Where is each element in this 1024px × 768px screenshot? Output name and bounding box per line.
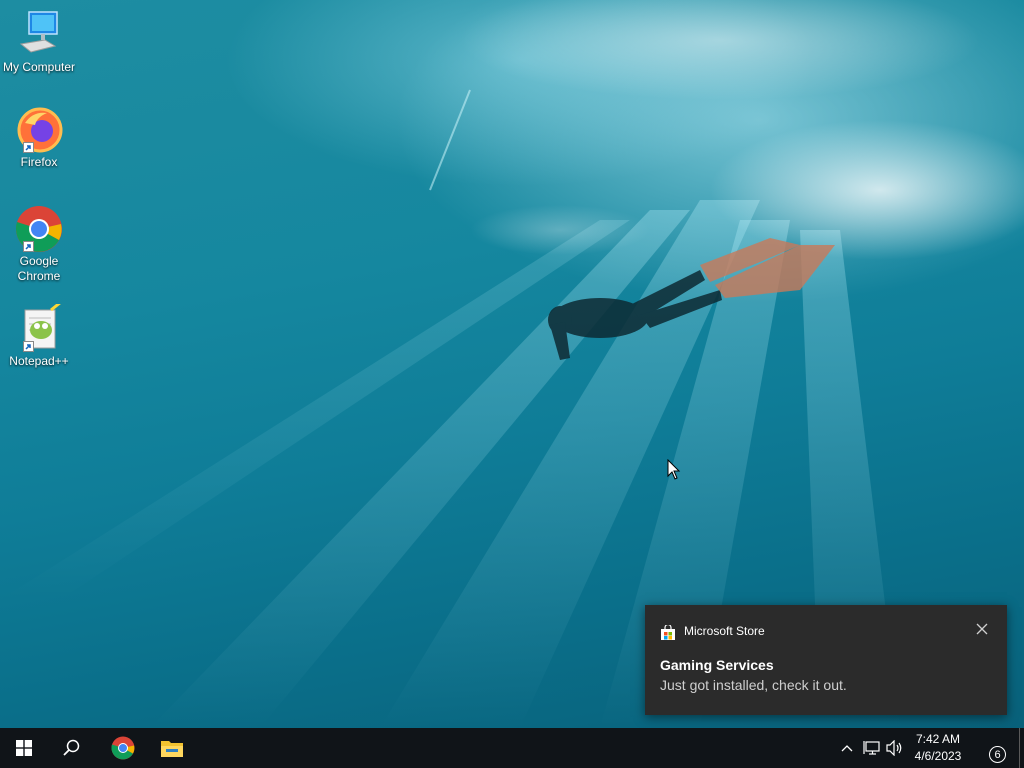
network-icon [863,741,880,755]
show-desktop-button[interactable] [1019,728,1020,768]
taskbar: 7:42 AM 4/6/2023 [0,728,1024,768]
volume-icon [886,740,902,756]
firefox-icon [15,105,63,153]
search-icon [63,739,80,756]
desktop-icon-label: My Computer [2,60,76,74]
show-hidden-icons-button[interactable] [838,728,856,768]
clock-time: 7:42 AM [915,732,961,746]
desktop-icon-chrome[interactable]: Google Chrome [2,204,76,284]
toast-app-name: Microsoft Store [684,624,765,638]
volume-tray-button[interactable] [884,728,906,768]
diver-figure [548,270,722,360]
store-bag-icon [661,625,675,640]
chrome-icon [111,736,135,760]
chrome-icon [15,204,63,252]
clock-button[interactable]: 7:42 AM 4/6/2023 [905,731,971,765]
file-explorer-icon [161,741,183,757]
diver-fins [700,238,835,298]
search-button[interactable] [48,728,96,768]
notification-toast[interactable]: Microsoft Store Gaming Services Just got… [645,605,1007,715]
notepadpp-icon [15,300,63,352]
notification-count: 6 [994,749,1001,761]
toast-body: Just got installed, check it out. [660,677,847,693]
desktop-icon-firefox[interactable]: Firefox [2,105,76,170]
shortcut-arrow-icon [23,241,34,252]
taskbar-chrome-button[interactable] [99,728,147,768]
desktop-icon-label: Google Chrome [17,254,61,283]
taskbar-file-explorer-button[interactable] [148,728,196,768]
shortcut-arrow-icon [23,142,34,153]
computer-icon [15,10,63,58]
windows-logo-icon [16,740,32,756]
toast-title: Gaming Services [660,657,774,673]
network-tray-button[interactable] [860,728,882,768]
desktop-icon-label: Notepad++ [9,354,69,368]
desktop-icon-notepadpp[interactable]: Notepad++ [2,300,76,369]
action-center-button[interactable]: 6 [989,746,1006,763]
shortcut-arrow-icon [23,341,34,352]
start-button[interactable] [0,728,48,768]
desktop-icon-my-computer[interactable]: My Computer [2,10,76,75]
chevron-up-icon [841,745,853,752]
clock-date: 4/6/2023 [914,749,962,763]
desktop-icon-label: Firefox [20,155,58,169]
mouse-cursor-icon [667,459,681,480]
close-icon[interactable] [975,622,989,636]
